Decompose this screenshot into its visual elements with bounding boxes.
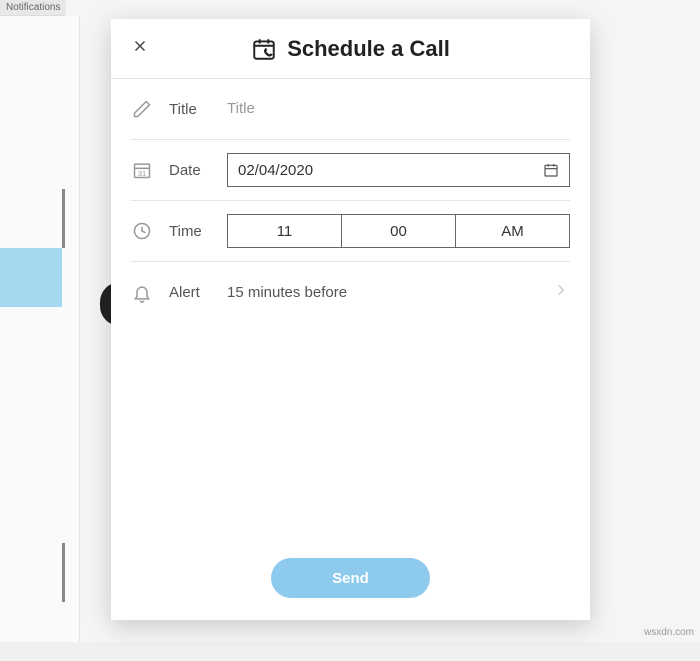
- modal-title: Schedule a Call: [287, 36, 450, 62]
- send-button[interactable]: Send: [271, 558, 430, 598]
- date-label: Date: [169, 162, 211, 179]
- date-value: 02/04/2020: [238, 162, 313, 179]
- modal-header: Schedule a Call: [111, 19, 590, 79]
- clock-icon: [131, 220, 153, 242]
- modal-title-wrap: Schedule a Call: [111, 36, 590, 62]
- date-input[interactable]: 02/04/2020: [227, 153, 570, 187]
- time-picker: 11 00 AM: [227, 214, 570, 248]
- alert-label: Alert: [169, 284, 211, 301]
- title-input[interactable]: [227, 100, 570, 117]
- sidebar-item[interactable]: [0, 543, 65, 602]
- top-tab-label: Notifications: [6, 2, 60, 13]
- calendar-icon: 31: [131, 159, 153, 181]
- close-icon: [131, 37, 149, 55]
- title-label: Title: [169, 101, 211, 118]
- sidebar-item[interactable]: [0, 130, 62, 189]
- alert-row[interactable]: Alert 15 minutes before: [131, 262, 570, 323]
- sidebar-list: [0, 130, 62, 661]
- close-button[interactable]: [131, 37, 155, 61]
- time-hour[interactable]: 11: [227, 214, 342, 248]
- watermark: wsxdn.com: [644, 627, 694, 638]
- pencil-icon: [131, 98, 153, 120]
- title-row: Title: [131, 79, 570, 140]
- schedule-call-modal: Schedule a Call Title 31 Date 02/04/2020: [111, 19, 590, 620]
- alert-value: 15 minutes before: [227, 284, 347, 301]
- sidebar-item[interactable]: [0, 602, 62, 661]
- time-minute[interactable]: 00: [342, 214, 456, 248]
- sidebar-item[interactable]: [0, 366, 62, 425]
- sidebar-item[interactable]: [0, 425, 62, 484]
- time-label: Time: [169, 223, 211, 240]
- top-tab-notifications[interactable]: Notifications: [0, 0, 66, 16]
- chevron-right-icon: [552, 281, 570, 304]
- modal-footer: Send: [111, 558, 590, 620]
- sidebar-item[interactable]: [0, 484, 62, 543]
- svg-text:31: 31: [138, 169, 146, 178]
- sidebar-item[interactable]: [0, 189, 65, 248]
- modal-body: Title 31 Date 02/04/2020 Time: [111, 79, 590, 558]
- sidebar-item[interactable]: [0, 307, 62, 366]
- time-ampm[interactable]: AM: [456, 214, 570, 248]
- sidebar: [0, 16, 80, 642]
- bell-icon: [131, 282, 153, 304]
- time-row: Time 11 00 AM: [131, 201, 570, 262]
- date-row: 31 Date 02/04/2020: [131, 140, 570, 201]
- sidebar-item-selected[interactable]: [0, 248, 62, 307]
- schedule-call-icon: [251, 36, 277, 62]
- calendar-picker-icon[interactable]: [543, 162, 559, 178]
